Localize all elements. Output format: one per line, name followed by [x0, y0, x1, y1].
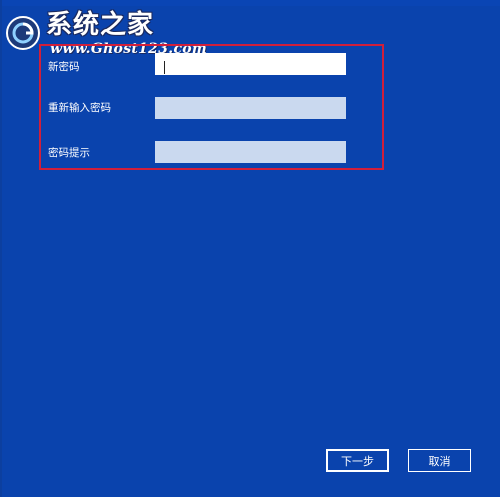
cancel-button[interactable]: 取消 [408, 449, 471, 472]
new-password-input[interactable] [155, 53, 346, 75]
ghost-logo-icon [6, 16, 40, 50]
password-hint-label: 密码提示 [48, 147, 90, 159]
create-password-dialog: 系统之家 www.Ghost123.com 新密码 重新输入密码 密码提示 下一… [0, 0, 500, 497]
watermark-brand: 系统之家 [46, 10, 155, 40]
text-caret [164, 61, 165, 74]
next-button-label: 下一步 [341, 454, 374, 468]
new-password-label: 新密码 [48, 61, 80, 73]
confirm-password-input[interactable] [155, 97, 346, 119]
password-hint-input[interactable] [155, 141, 346, 163]
cancel-button-label: 取消 [428, 454, 451, 468]
confirm-password-label: 重新输入密码 [48, 102, 111, 114]
next-button[interactable]: 下一步 [326, 449, 389, 472]
window-edge [0, 0, 2, 497]
